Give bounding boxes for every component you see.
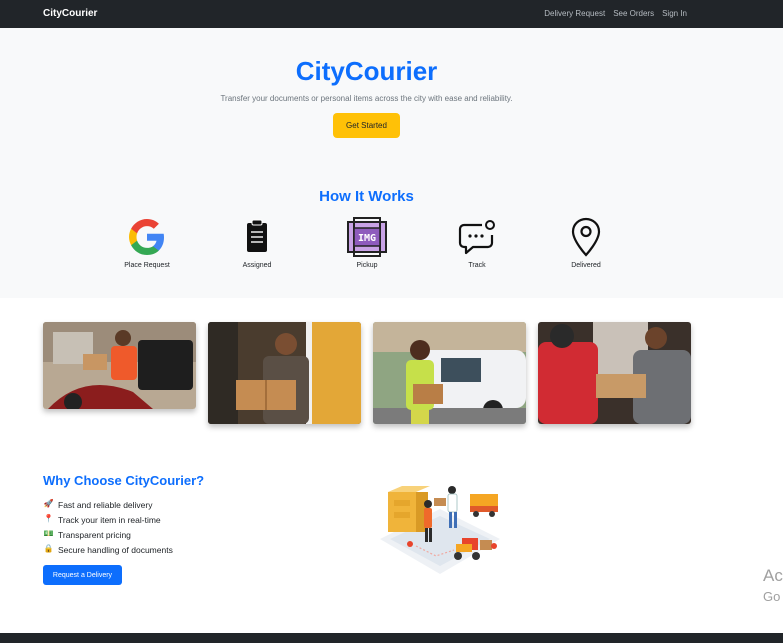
step-assigned: Assigned [217,216,297,269]
google-icon [129,219,164,255]
step-pickup: IMG Pickup [327,216,407,269]
photo-gallery [43,322,693,427]
feature-text: Transparent pricing [58,529,131,540]
footer [0,633,783,643]
step-label: Assigned [242,262,272,269]
get-started-button[interactable]: Get Started [333,113,400,138]
chat-bubble-icon [458,220,495,255]
feature-item: 🔒 Secure handling of documents [43,544,173,555]
brand-logo[interactable]: CityCourier [43,8,97,19]
nav-links: Delivery Request See Orders Sign In [544,9,687,18]
how-it-works-title: How It Works [319,188,414,205]
pin-icon: 📍 [43,514,54,523]
nav-see-orders[interactable]: See Orders [613,9,654,18]
feature-item: 🚀 Fast and reliable delivery [43,499,153,510]
navbar: CityCourier Delivery Request See Orders … [0,0,783,28]
feature-text: Secure handling of documents [58,544,173,555]
activation-watermark: Ac [763,566,783,585]
hero-title: CityCourier [295,56,438,86]
nav-sign-in[interactable]: Sign In [662,9,687,18]
step-place-request: Place Request [107,216,187,269]
svg-text:IMG: IMG [358,233,376,244]
hero-section: CityCourier Transfer your documents or p… [0,28,783,298]
feature-item: 📍 Track your item in real-time [43,514,161,525]
why-choose-title: Why Choose CityCourier? [43,473,205,488]
package-delivery-photo [538,322,691,424]
courier-handover-photo [208,322,361,424]
step-label: Pickup [356,262,378,269]
activation-watermark-sub: Go [763,589,781,604]
feature-item: 💵 Transparent pricing [43,529,131,540]
feature-text: Track your item in real-time [58,514,161,525]
courier-van-photo [373,322,526,424]
img-icon: IMG [347,217,387,257]
step-delivered: Delivered [546,216,626,269]
lock-icon: 🔒 [43,544,54,553]
hero-subtitle: Transfer your documents or personal item… [220,94,513,103]
delivery-illustration [380,486,500,574]
step-label: Delivered [571,262,601,269]
request-delivery-button[interactable]: Request a Delivery [43,565,122,585]
step-label: Place Request [124,262,170,269]
money-icon: 💵 [43,529,54,538]
location-pin-icon [571,217,601,257]
step-label: Track [468,262,486,269]
feature-text: Fast and reliable delivery [58,499,153,510]
rocket-icon: 🚀 [43,499,54,508]
nav-delivery-request[interactable]: Delivery Request [544,9,605,18]
courier-scooter-photo [43,322,196,409]
step-track: Track [437,216,517,269]
clipboard-icon [247,219,267,252]
